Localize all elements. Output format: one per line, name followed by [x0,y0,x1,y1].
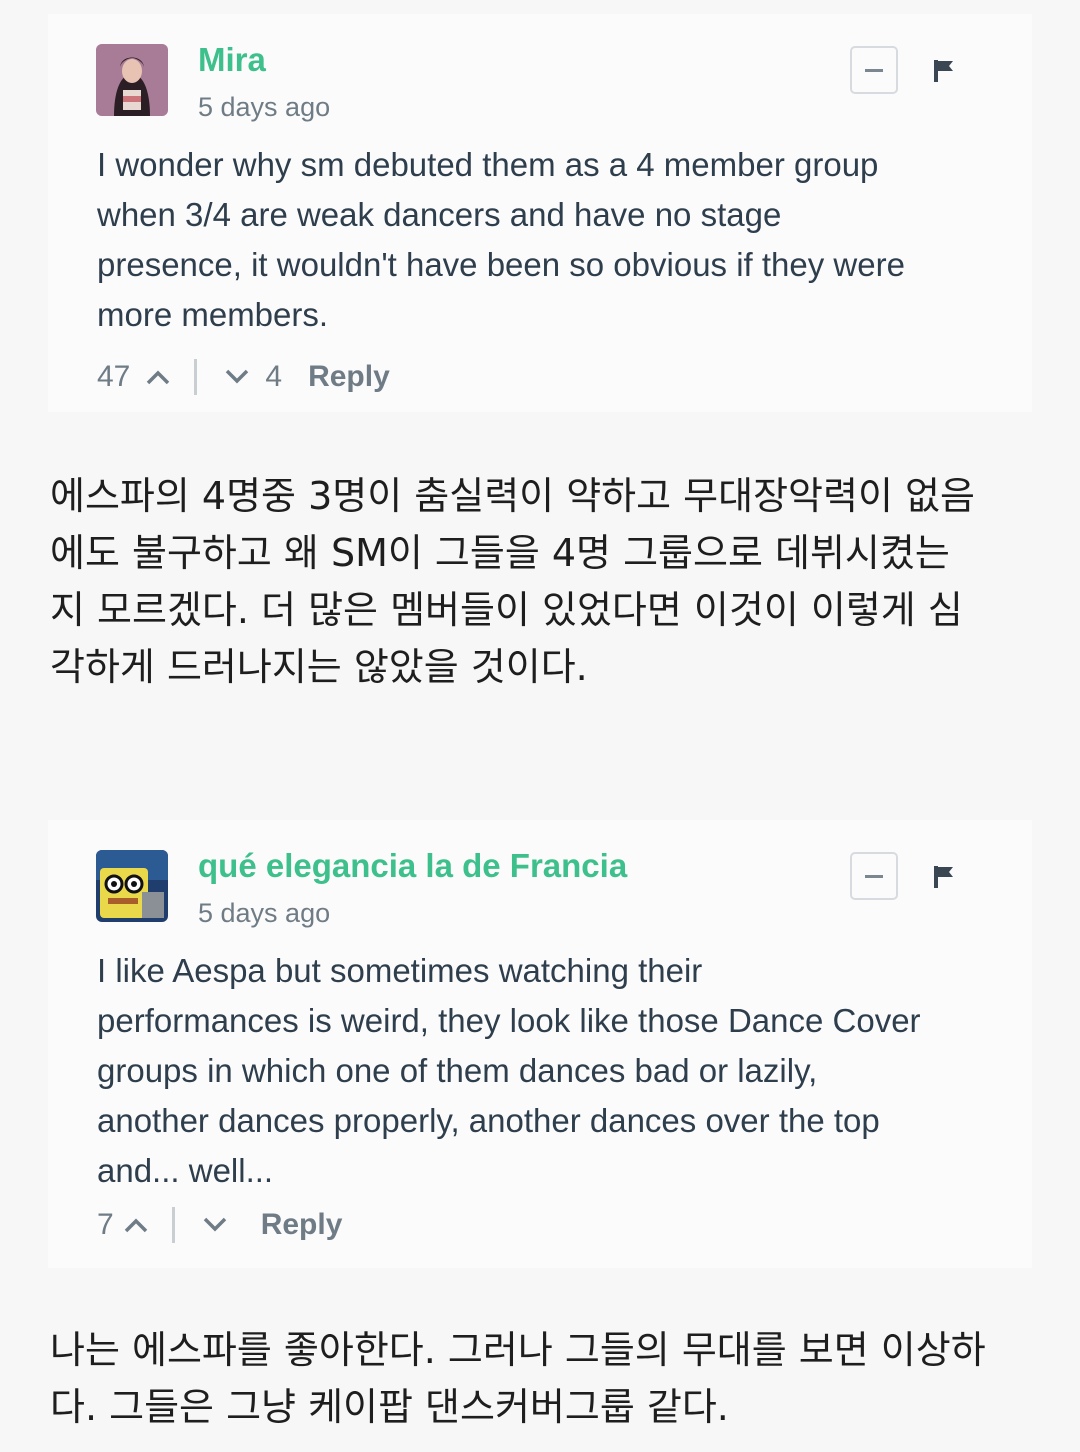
comment-text: I wonder why sm debuted them as a 4 memb… [97,146,905,333]
chevron-up-icon[interactable] [144,367,172,387]
flag-icon[interactable] [932,58,956,84]
minus-icon [865,68,883,72]
avatar[interactable] [96,850,168,922]
flag-icon[interactable] [932,864,956,890]
korean-translation: 나는 에스파를 좋아한다. 그러나 그들의 무대를 보면 이상하 다. 그들은 … [50,1328,986,1429]
reply-button[interactable]: Reply [308,360,390,394]
comment-card: Mira 5 days ago I wonder why sm debuted … [48,14,1032,412]
vote-bar: 7 Reply [97,1205,342,1245]
chevron-up-icon[interactable] [122,1215,150,1235]
chevron-down-icon[interactable] [223,367,251,387]
korean-translation: 에스파의 4명중 3명이 춤실력이 약하고 무대장악력이 없음 에도 불구하고 … [50,474,975,689]
collapse-button[interactable] [850,852,898,900]
username[interactable]: Mira [198,41,266,79]
vote-divider [194,359,198,395]
vote-divider [171,1207,175,1243]
comment-card: qué elegancia la de Francia 5 days ago I… [48,820,1032,1268]
reply-button[interactable]: Reply [261,1208,343,1242]
upvote-count: 47 [97,360,131,393]
minus-icon [865,874,883,878]
timestamp[interactable]: 5 days ago [198,898,330,929]
comment-text: I like Aespa but sometimes watching thei… [97,952,921,1189]
upvote-count: 7 [97,1208,114,1241]
chevron-down-icon[interactable] [201,1215,229,1235]
downvote-count: 4 [265,360,283,393]
timestamp[interactable]: 5 days ago [198,92,330,123]
avatar[interactable] [96,44,168,116]
username[interactable]: qué elegancia la de Francia [198,847,627,885]
vote-bar: 47 4 Reply [97,357,390,397]
collapse-button[interactable] [850,46,898,94]
